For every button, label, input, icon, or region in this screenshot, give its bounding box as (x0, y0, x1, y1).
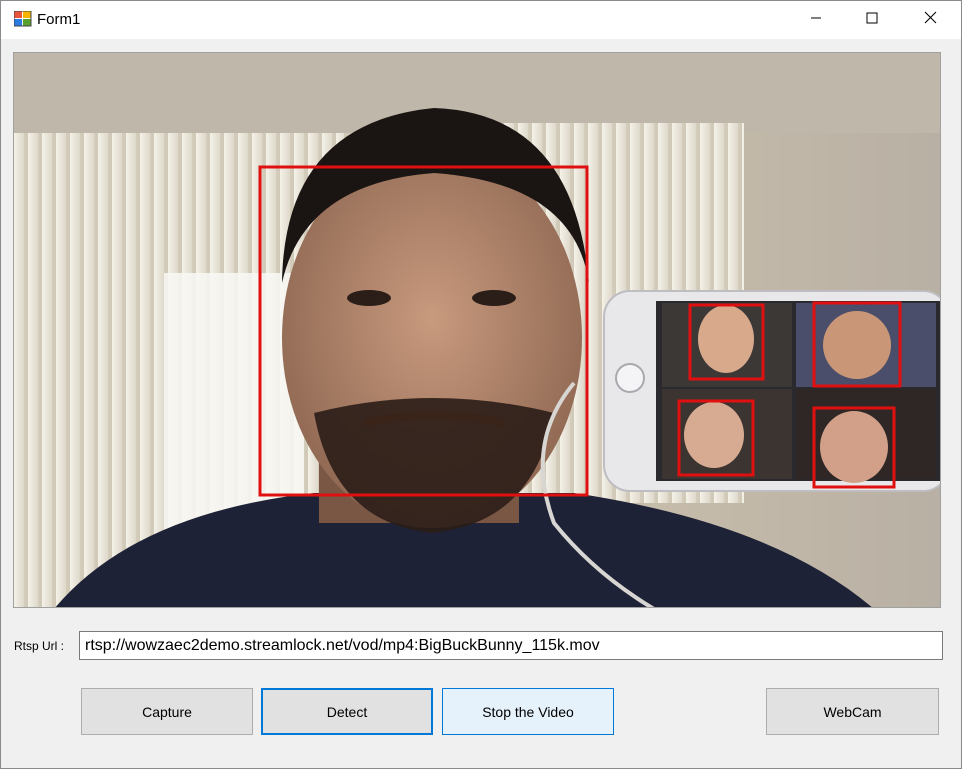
rtsp-url-label: Rtsp Url : (14, 639, 65, 653)
webcam-button[interactable]: WebCam (766, 688, 939, 735)
windows-form-icon (13, 10, 32, 27)
video-picturebox (13, 52, 941, 608)
stop-video-button[interactable]: Stop the Video (442, 688, 614, 735)
minimize-button[interactable] (787, 0, 845, 40)
close-button[interactable] (901, 0, 959, 40)
capture-button[interactable]: Capture (81, 688, 253, 735)
window-title: Form1 (37, 11, 81, 28)
detect-button[interactable]: Detect (261, 688, 433, 735)
title-bar[interactable]: Form1 (0, 0, 962, 40)
maximize-button[interactable] (843, 0, 901, 40)
close-icon (924, 11, 937, 29)
rtsp-url-input[interactable] (79, 631, 943, 660)
minimize-icon (810, 11, 822, 29)
maximize-icon (866, 11, 878, 29)
